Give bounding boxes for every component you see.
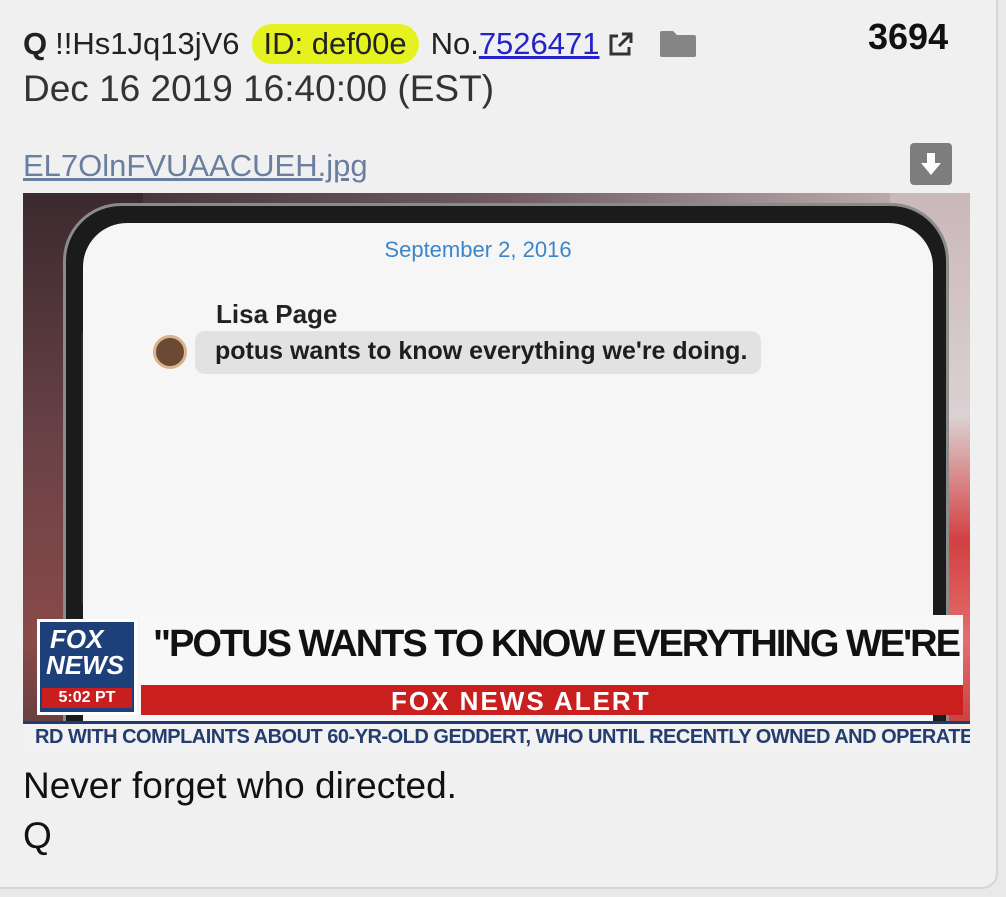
chat-date: September 2, 2016 [384, 237, 572, 262]
logo-time: 5:02 PT [42, 688, 132, 708]
tripcode: !!Hs1Jq13jV6 [55, 26, 240, 61]
poster-id-badge[interactable]: ID: def00e [251, 24, 419, 64]
chat-message-bubble: potus wants to know everything we're doi… [195, 331, 762, 374]
attached-image[interactable]: September 2, 2016 Lisa Page potus wants … [23, 193, 970, 753]
chat-sender-name: Lisa Page [216, 299, 338, 329]
ticker-text: RD WITH COMPLAINTS ABOUT 60-YR-OLD GEDDE… [35, 726, 970, 748]
poster-name: Q [23, 26, 48, 61]
alert-bar: FOX NEWS ALERT [141, 685, 963, 716]
network-logo: FOX NEWS 5:02 PT [37, 619, 137, 715]
post-number: No.7526471 [431, 26, 600, 62]
folder-icon[interactable] [658, 29, 698, 59]
news-ticker: RD WITH COMPLAINTS ABOUT 60-YR-OLD GEDDE… [23, 721, 970, 753]
alert-text: FOX NEWS ALERT [391, 686, 651, 716]
attachment-filename-link[interactable]: EL7OlnFVUAACUEH.jpg [23, 148, 368, 184]
download-icon[interactable] [910, 143, 952, 185]
chyron-headline-bar: "POTUS WANTS TO KNOW EVERYTHING WE'RE DO… [141, 615, 970, 685]
chat-avatar [153, 335, 187, 369]
post-card: Q !!Hs1Jq13jV6 ID: def00e No.7526471 369… [0, 0, 998, 889]
external-link-icon[interactable] [606, 29, 636, 59]
chyron-headline: "POTUS WANTS TO KNOW EVERYTHING WE'RE DO… [153, 623, 970, 665]
news-chyron: "POTUS WANTS TO KNOW EVERYTHING WE'RE DO… [23, 615, 970, 753]
post-number-link[interactable]: 7526471 [479, 26, 600, 61]
post-datetime: Dec 16 2019 16:40:00 (EST) [23, 68, 495, 109]
logo-line2: NEWS [46, 650, 124, 680]
post-number-prefix: No. [430, 26, 479, 61]
post-count: 3694 [868, 16, 949, 57]
post-body-line-2: Q [23, 815, 52, 856]
post-body-line-1: Never forget who directed. [23, 765, 457, 806]
post-header: Q !!Hs1Jq13jV6 ID: def00e No.7526471 [23, 22, 698, 66]
